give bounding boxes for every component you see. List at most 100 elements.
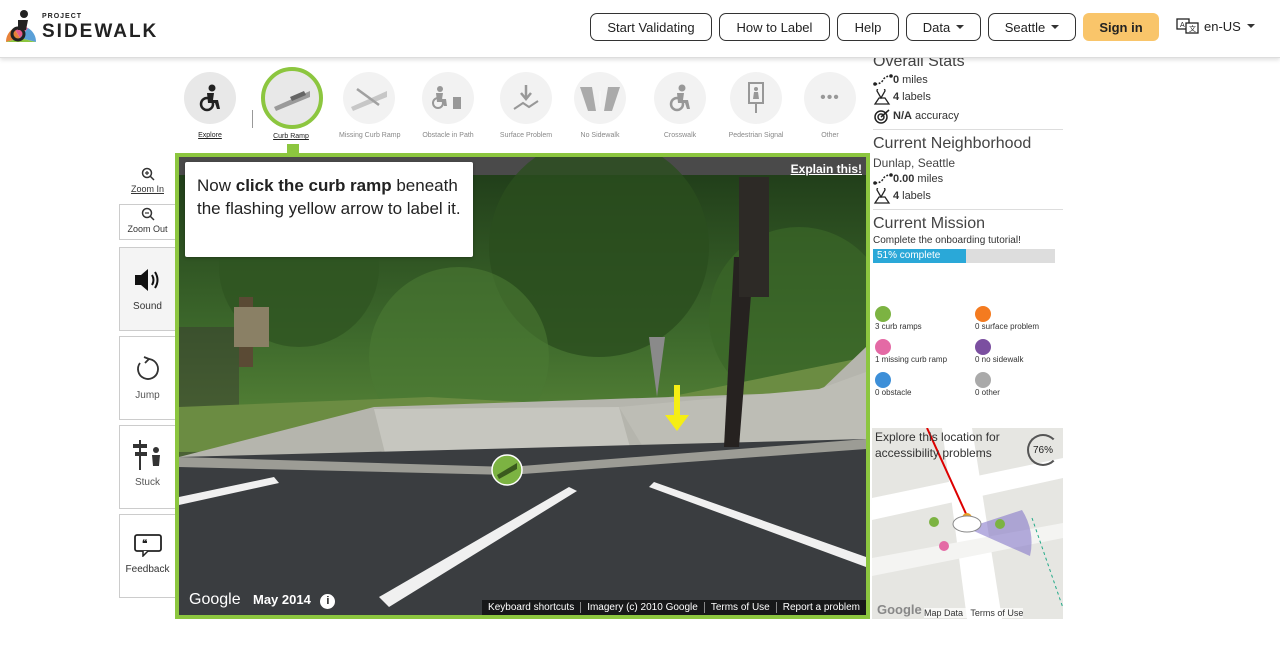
top-nav: PROJECT SIDEWALK Start Validating How to… [0, 0, 1280, 58]
map-data-link[interactable]: Map Data [924, 608, 963, 618]
info-icon[interactable]: i [320, 594, 336, 609]
stuck-button[interactable]: Stuck [119, 425, 176, 509]
neighborhood-labels: 4 labels [873, 188, 1063, 204]
data-dropdown[interactable]: Data [906, 13, 981, 41]
curb-ramp-icon [261, 67, 323, 129]
overall-accuracy: N/A accuracy [873, 108, 1063, 124]
neighborhood-labels-unit: labels [902, 190, 931, 202]
surface-problem-icon [975, 306, 991, 322]
project-sidewalk-logo[interactable]: PROJECT SIDEWALK [4, 8, 156, 48]
start-validating-button[interactable]: Start Validating [590, 13, 712, 41]
tool-pedestrian-signal[interactable]: Pedestrian Signal [726, 72, 786, 139]
tool-divider [252, 110, 253, 128]
neighborhood-title: Current Neighborhood [873, 135, 1032, 152]
tool-label: No Sidewalk [580, 132, 620, 139]
tool-explore[interactable]: Explore [180, 72, 240, 139]
street-view-panorama[interactable]: Now click the curb ramp beneath the flas… [175, 153, 870, 619]
jump-label: Jump [135, 390, 160, 401]
labels-icon [873, 89, 891, 105]
imagery-date: May 2014 i [253, 592, 336, 609]
feedback-button[interactable]: ❝ Feedback [119, 514, 176, 598]
curb-ramp-icon [875, 306, 891, 322]
sign-in-button[interactable]: Sign in [1083, 13, 1159, 41]
tool-crosswalk[interactable]: Crosswalk [650, 72, 710, 139]
logo-project-text: PROJECT [42, 13, 83, 20]
mission-description: Complete the onboarding tutorial! [873, 235, 1021, 246]
tool-curb-ramp[interactable]: Curb Ramp [261, 67, 323, 140]
imagery-copyright: Imagery (c) 2010 Google [580, 602, 704, 613]
feedback-label: Feedback [125, 564, 170, 575]
data-dropdown-label: Data [922, 19, 951, 35]
chevron-down-icon [1246, 24, 1255, 28]
overall-miles: 0 miles [873, 74, 1063, 86]
svg-text:文: 文 [1189, 24, 1196, 33]
minimap-instruction: Explore this location for accessibility … [875, 430, 1000, 460]
map-terms-link[interactable]: Terms of Use [970, 608, 1023, 618]
mission-progress-bar: 51% complete [873, 249, 1055, 263]
help-button[interactable]: Help [837, 13, 899, 41]
language-dropdown[interactable]: A 文 en-US [1176, 16, 1255, 36]
instruction-bold: click the curb ramp [235, 176, 392, 195]
legend-text: 0 surface problem [975, 322, 1040, 331]
tool-obstacle-in-path[interactable]: Obstacle in Path [418, 72, 478, 139]
chevron-down-icon [956, 25, 965, 29]
zoom-out-label: Zoom Out [127, 224, 168, 234]
labels-icon [873, 188, 891, 204]
terms-of-use-link[interactable]: Terms of Use [703, 602, 776, 613]
obstacle-icon [422, 72, 474, 124]
accuracy-unit: accuracy [914, 110, 959, 122]
minimap-progress: 76% [1027, 434, 1059, 466]
zoom-out-button[interactable]: Zoom Out [119, 204, 176, 240]
tool-label: Other [821, 132, 839, 139]
active-tool-pointer [287, 144, 299, 153]
tool-label: Surface Problem [499, 132, 553, 139]
minimap[interactable]: Explore this location for accessibility … [872, 428, 1063, 619]
sound-label: Sound [133, 301, 162, 312]
target-icon [874, 109, 890, 124]
pedestrian-signal-icon [730, 72, 782, 124]
jump-button[interactable]: Jump [119, 336, 176, 420]
speaker-icon [134, 269, 158, 291]
logo-icon [5, 10, 37, 42]
stuck-label: Stuck [134, 477, 160, 488]
divider [873, 129, 1063, 130]
tool-label: Explore [198, 132, 222, 139]
surface-problem-icon [500, 72, 552, 124]
legend-text: 0 other [975, 388, 1000, 397]
svg-text:A: A [1180, 22, 1185, 29]
obstacle-icon [875, 372, 891, 388]
mission-progress-text: 51% complete [877, 250, 941, 261]
neighborhood-miles: 0.00 miles [873, 173, 1063, 185]
legend-no-sidewalk: 0 no sidewalk [975, 339, 1070, 364]
tool-no-sidewalk[interactable]: No Sidewalk [570, 72, 630, 139]
sound-button[interactable]: Sound [119, 247, 176, 331]
keyboard-shortcuts-link[interactable]: Keyboard shortcuts [482, 602, 580, 613]
instruction-prefix: Now [197, 176, 236, 195]
legend-surface-problem: 0 surface problem [975, 306, 1070, 331]
tool-missing-curb-ramp[interactable]: Missing Curb Ramp [339, 72, 400, 139]
crosswalk-icon [654, 72, 706, 124]
chevron-down-icon [1051, 25, 1060, 29]
zoom-in-button[interactable]: Zoom In [119, 167, 176, 203]
report-problem-link[interactable]: Report a problem [775, 602, 866, 613]
more-icon: ••• [804, 72, 856, 124]
neighborhood-name: Dunlap, Seattle [873, 156, 956, 170]
explain-this-link[interactable]: Explain this! [791, 162, 862, 176]
mission-title: Current Mission [873, 215, 986, 232]
explore-icon [184, 72, 236, 124]
minimap-footer: Map Data Terms of Use [924, 608, 1024, 618]
tool-surface-problem[interactable]: Surface Problem [496, 72, 556, 139]
how-to-label-button[interactable]: How to Label [719, 13, 830, 41]
svg-text:❝: ❝ [142, 539, 148, 550]
tool-other[interactable]: ••• Other [800, 72, 860, 139]
jump-icon [136, 356, 159, 380]
other-icon [975, 372, 991, 388]
tool-label: Pedestrian Signal [728, 132, 784, 139]
zoom-out-icon [141, 207, 155, 221]
city-dropdown[interactable]: Seattle [988, 13, 1076, 41]
tool-label: Obstacle in Path [422, 132, 474, 139]
tool-label: Curb Ramp [273, 133, 309, 140]
legend-obstacle: 0 obstacle [875, 372, 970, 397]
overall-labels: 4 labels [873, 89, 1063, 105]
status-panel: Overall Stats 0 miles 4 labels N/A accuracy… [873, 53, 1063, 263]
